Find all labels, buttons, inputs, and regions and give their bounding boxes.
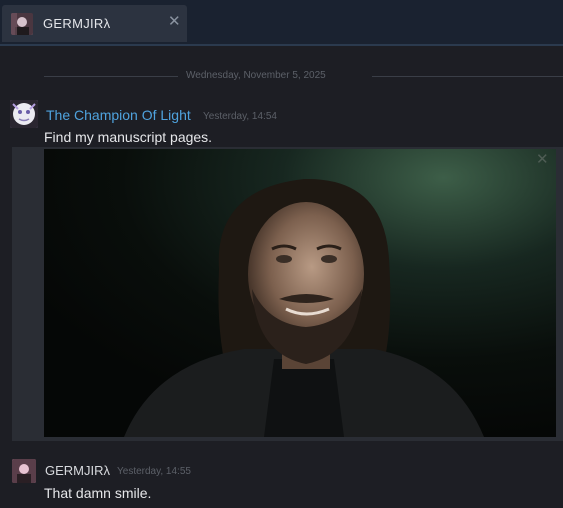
divider-line [44,76,178,77]
date-divider-text: Wednesday, November 5, 2025 [186,70,326,81]
avatar[interactable] [10,100,38,128]
close-icon[interactable]: ✕ [168,14,181,29]
message-timestamp: Yesterday, 14:55 [117,466,191,477]
chat-tab-germjira[interactable]: GERMJIRλ ✕ [2,5,187,42]
date-divider: Wednesday, November 5, 2025 [44,69,563,83]
close-icon[interactable]: ✕ [536,152,549,167]
message-timestamp: Yesterday, 14:54 [203,111,277,122]
message-sender[interactable]: The Champion Of Light [46,107,191,123]
tab-name: GERMJIRλ [43,16,111,31]
message-text: Find my manuscript pages. [44,129,213,145]
avatar[interactable] [12,459,36,483]
message-text: That damn smile. [44,485,152,501]
divider-line [372,76,563,77]
message-sender[interactable]: GERMJIRλ [45,463,110,478]
tab-bar: GERMJIRλ ✕ [0,0,563,46]
tab-avatar [11,13,33,35]
embedded-image[interactable] [44,149,556,437]
